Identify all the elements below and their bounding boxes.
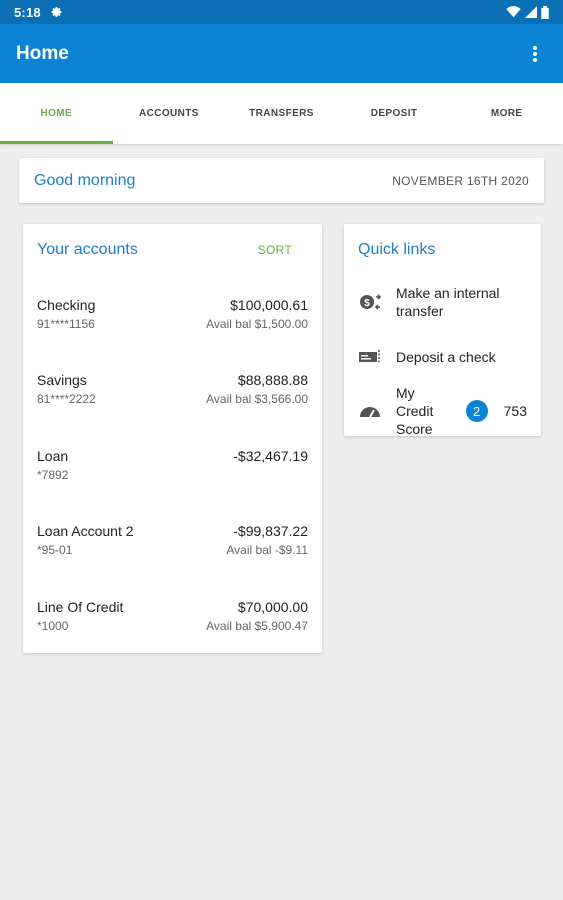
transfer-icon: $ [360,294,382,310]
account-number: 91****1156 [37,317,95,331]
account-balance: $70,000.00 [237,599,308,615]
account-name: Loan Account 2 [37,523,134,539]
status-time: 5:18 [14,4,41,20]
tab-deposit[interactable]: DEPOSIT [338,83,451,144]
account-available-balance: Avail bal -$9.11 [226,543,308,557]
overflow-menu-icon[interactable] [525,44,545,64]
account-name: Line Of Credit [37,599,124,615]
check-deposit-icon [359,350,380,364]
status-bar: 5:18 [0,0,563,24]
quick-link-credit-score[interactable]: My Credit Score 2 753 [358,384,527,438]
account-row-checking[interactable]: Checking 91****1156 $100,000.61 Avail ba… [37,297,308,337]
account-name: Loan [37,448,69,464]
battery-icon [541,5,549,19]
cell-signal-icon [525,6,537,18]
account-balance: $88,888.88 [237,372,308,388]
account-available-balance: Avail bal $5,900.47 [206,619,308,633]
app-bar: Home [0,24,563,83]
quick-link-deposit-check[interactable]: Deposit a check [358,345,527,369]
tab-home[interactable]: HOME [0,83,113,144]
greeting-text: Good morning [34,171,136,189]
quick-links-card: Quick links $ Make an internal transfer … [344,224,541,438]
account-name: Savings [37,372,87,388]
tab-bar: HOME ACCOUNTS TRANSFERS DEPOSIT MORE [0,83,563,144]
account-balance: $100,000.61 [230,297,308,313]
greeting-date: NOVEMBER 16TH 2020 [392,173,529,188]
page-title: Home [16,42,69,64]
account-row-loan-account-2[interactable]: Loan Account 2 *95-01 -$99,837.22 Avail … [37,523,308,563]
settings-gear-icon [51,7,62,17]
svg-text:$: $ [364,298,370,309]
tab-accounts[interactable]: ACCOUNTS [113,83,226,144]
quick-link-label: Make an internal transfer [396,285,500,319]
account-name: Checking [37,297,96,313]
credit-score-value: 753 [503,403,527,419]
gauge-icon [360,407,380,418]
quick-link-label: My Credit Score [396,385,434,437]
account-number: *7892 [37,468,69,482]
account-balance: -$32,467.19 [233,448,308,464]
account-row-loan[interactable]: Loan *7892 -$32,467.19 [37,448,308,488]
credit-score-badge: 2 [465,400,488,422]
quick-link-label: Deposit a check [396,349,496,365]
account-available-balance: Avail bal $3,566.00 [206,392,308,406]
quick-link-internal-transfer[interactable]: $ Make an internal transfer [358,284,527,320]
account-number: *95-01 [37,543,73,557]
tab-more[interactable]: MORE [450,83,563,144]
accounts-header: Your accounts SORT [37,241,308,259]
account-number: 81****2222 [37,392,96,406]
account-balance: -$99,837.22 [233,523,308,539]
account-row-savings[interactable]: Savings 81****2222 $88,888.88 Avail bal … [37,372,308,412]
quick-links-title: Quick links [358,241,436,258]
wifi-icon [506,6,521,18]
account-number: *1000 [37,619,69,633]
account-available-balance: Avail bal $1,500.00 [206,317,308,331]
tab-transfers[interactable]: TRANSFERS [225,83,338,144]
accounts-card: Your accounts SORT Checking 91****1156 $… [23,224,322,653]
sort-button[interactable]: SORT [258,243,292,257]
account-row-line-of-credit[interactable]: Line Of Credit *1000 $70,000.00 Avail ba… [37,599,308,639]
greeting-card: Good morning NOVEMBER 16TH 2020 [19,158,544,203]
accounts-title: Your accounts [37,241,138,258]
